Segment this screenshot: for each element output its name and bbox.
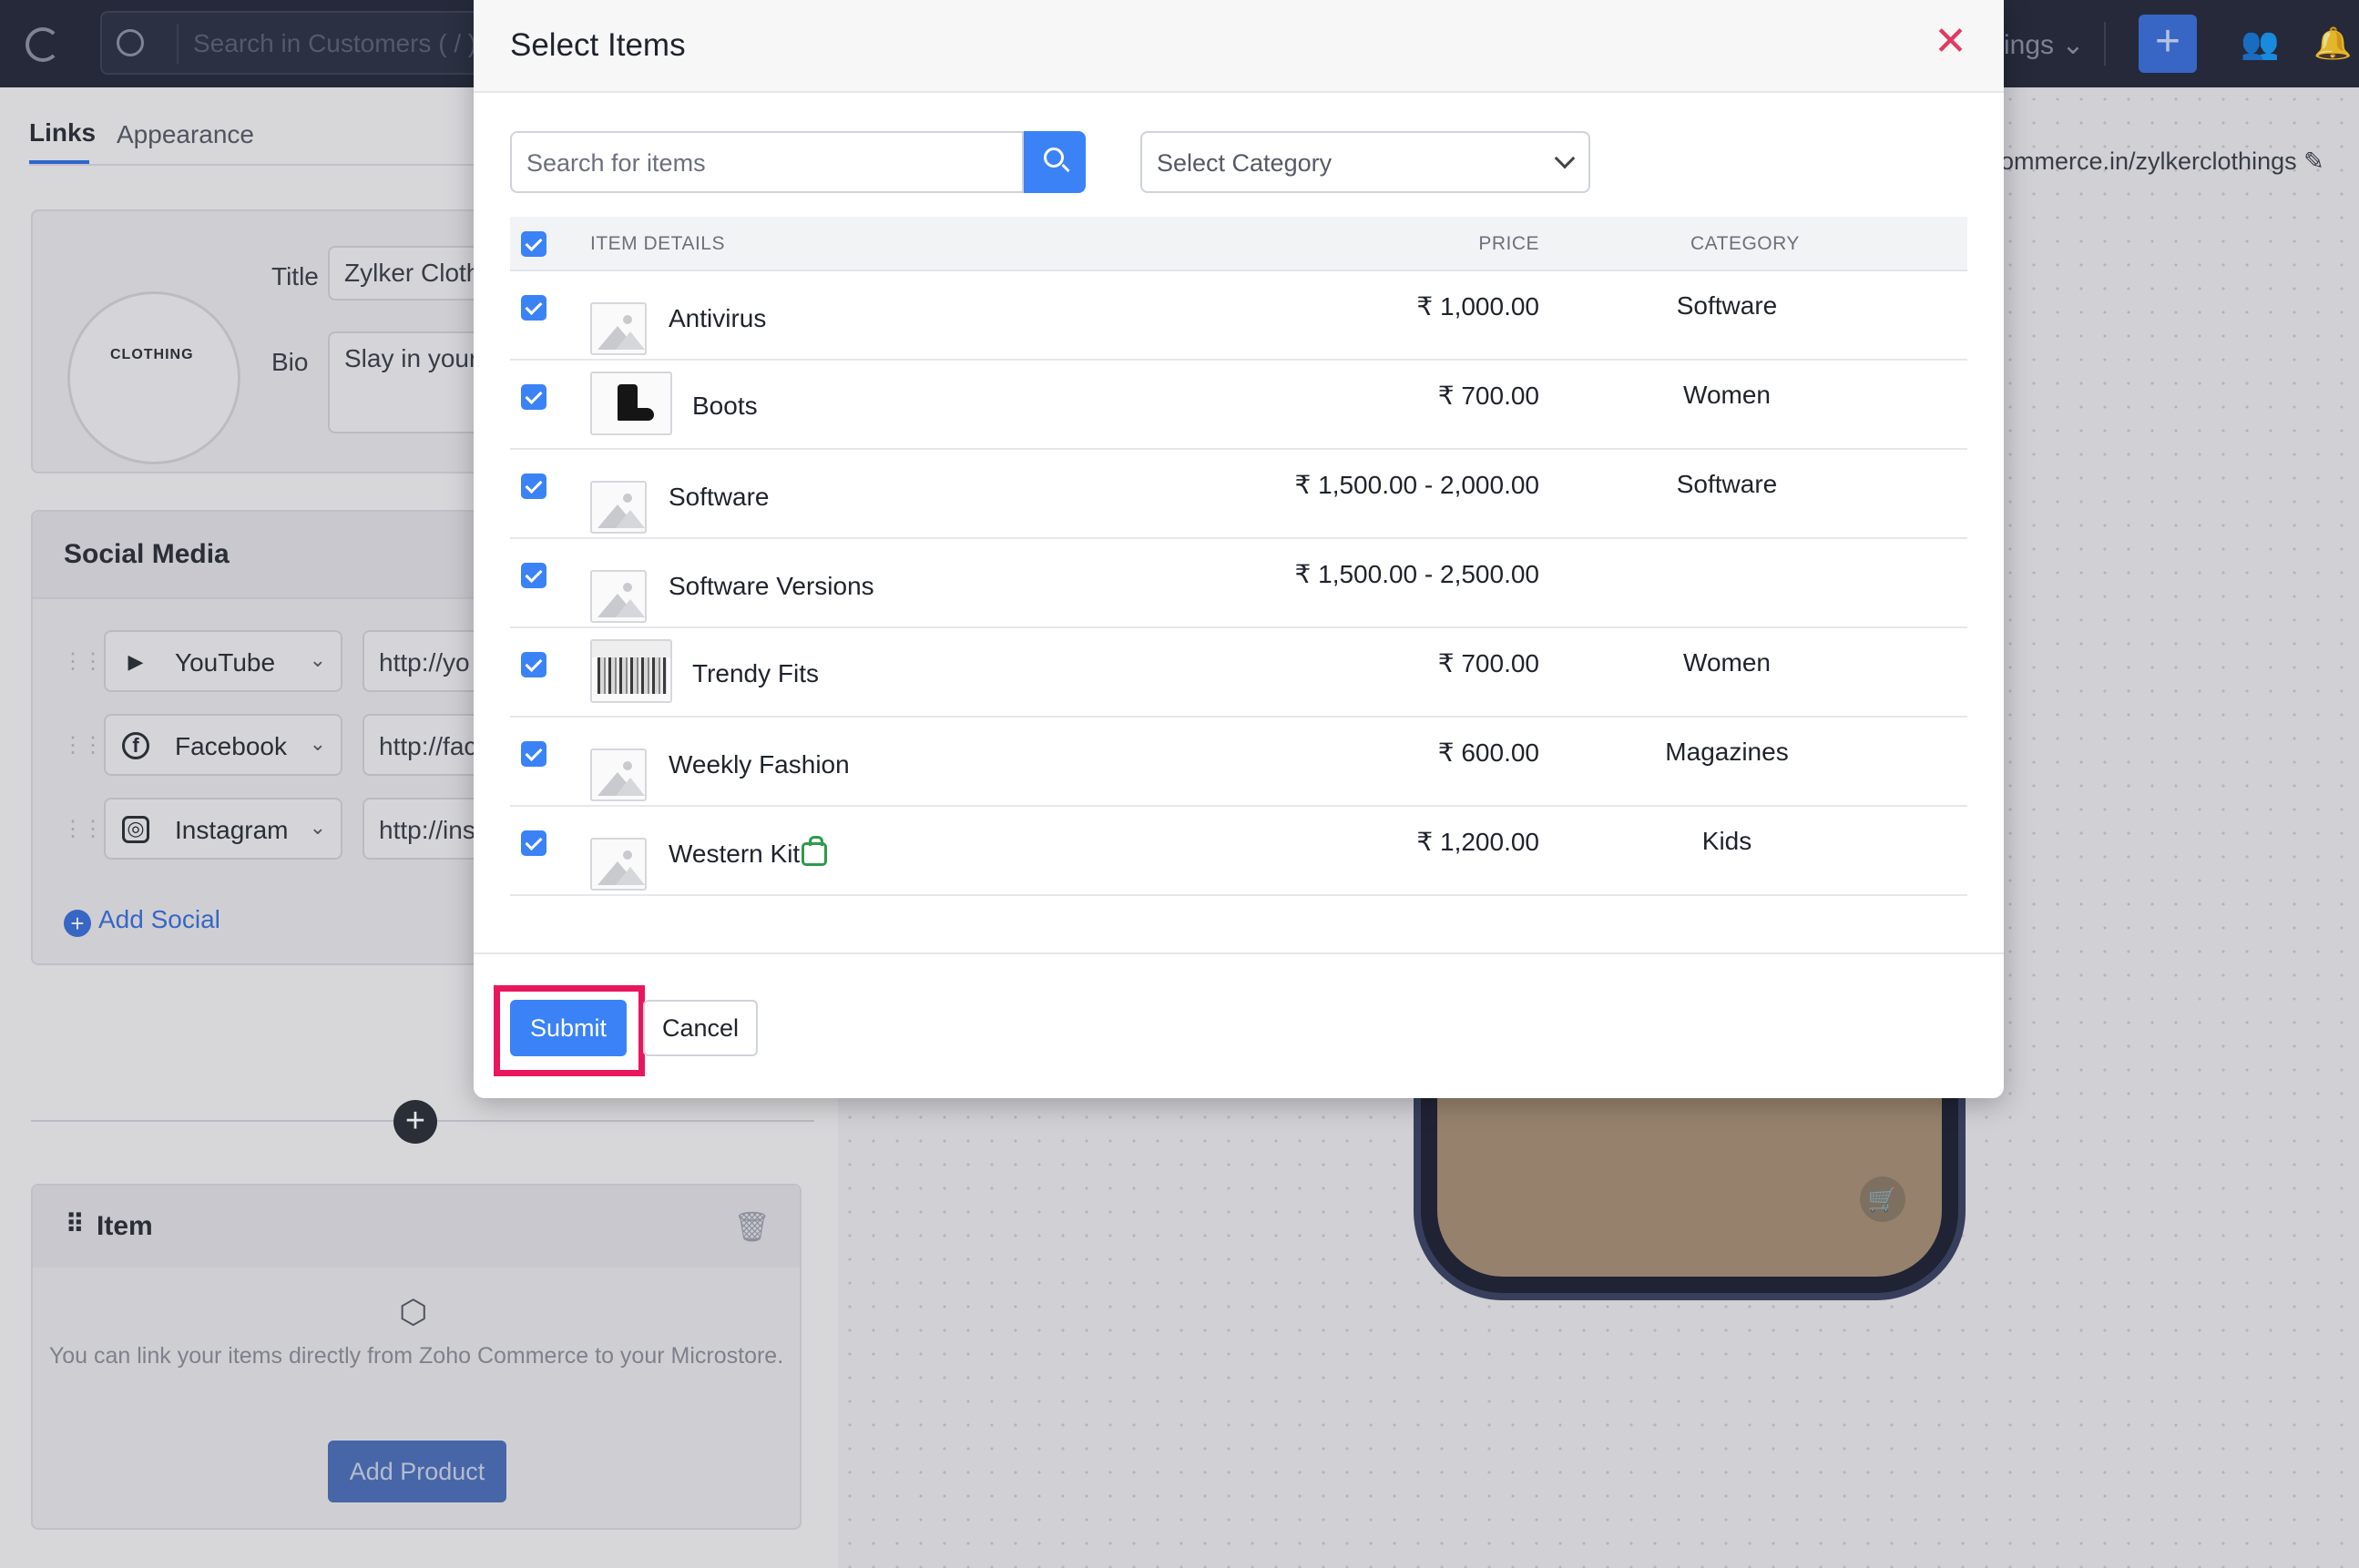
item-price: ₹ 1,000.00	[1416, 292, 1539, 321]
item-name: Boots	[692, 392, 758, 420]
image-placeholder-icon	[590, 570, 647, 623]
item-price: ₹ 1,200.00	[1416, 828, 1539, 856]
row-checkbox[interactable]	[521, 563, 546, 588]
row-checkbox[interactable]	[521, 652, 546, 677]
row-checkbox[interactable]	[521, 384, 546, 410]
cancel-button[interactable]: Cancel	[643, 1000, 758, 1056]
row-checkbox[interactable]	[521, 295, 546, 321]
category-select[interactable]: Select Category	[1140, 131, 1590, 193]
column-header-item-details: ITEM DETAILS	[590, 233, 725, 254]
select-items-modal: Select Items ✕ Search for items Select C…	[474, 0, 2004, 1098]
trendy-fits-thumbnail	[590, 639, 672, 703]
bundle-bag-icon	[802, 836, 828, 866]
search-icon	[1044, 148, 1064, 168]
item-category: Women	[1683, 648, 1771, 677]
item-name: Weekly Fashion	[669, 750, 850, 779]
item-name: Software	[669, 483, 770, 511]
row-checkbox[interactable]	[521, 741, 546, 767]
item-category: Software	[1676, 470, 1778, 498]
table-row[interactable]: Boots ₹ 700.00 Women	[510, 361, 1967, 450]
table-row[interactable]: Trendy Fits ₹ 700.00 Women	[510, 628, 1967, 718]
item-price: ₹ 700.00	[1437, 649, 1539, 677]
item-price: ₹ 1,500.00 - 2,000.00	[1294, 471, 1539, 499]
table-row[interactable]: Antivirus ₹ 1,000.00 Software	[510, 271, 1967, 361]
item-name: Software Versions	[669, 572, 874, 600]
item-category: Women	[1683, 381, 1771, 409]
modal-footer-divider	[474, 952, 2004, 954]
image-placeholder-icon	[590, 748, 647, 801]
select-all-checkbox[interactable]	[521, 231, 546, 257]
table-row[interactable]: Software ₹ 1,500.00 - 2,000.00 Software	[510, 450, 1967, 539]
column-header-category: CATEGORY	[1690, 233, 1800, 254]
image-placeholder-icon	[590, 838, 647, 891]
category-select-value: Select Category	[1157, 149, 1333, 177]
row-checkbox[interactable]	[521, 830, 546, 856]
item-price: ₹ 700.00	[1437, 382, 1539, 410]
image-placeholder-icon	[590, 302, 647, 355]
submit-button[interactable]: Submit	[510, 1000, 627, 1056]
item-search-input[interactable]: Search for items	[510, 131, 1024, 193]
close-icon[interactable]: ✕	[1934, 22, 1967, 62]
item-price: ₹ 1,500.00 - 2,500.00	[1294, 560, 1539, 588]
row-checkbox[interactable]	[521, 473, 546, 499]
image-placeholder-icon	[590, 481, 647, 534]
item-name: Antivirus	[669, 304, 767, 332]
table-row[interactable]: Software Versions ₹ 1,500.00 - 2,500.00	[510, 539, 1967, 628]
item-category: Kids	[1701, 827, 1752, 855]
item-search-button[interactable]	[1024, 131, 1086, 193]
table-row[interactable]: Western Kit ₹ 1,200.00 Kids	[510, 807, 1967, 896]
item-name: Western Kit	[669, 840, 801, 868]
item-category: Software	[1676, 291, 1778, 320]
modal-title: Select Items	[510, 27, 686, 63]
item-price: ₹ 600.00	[1437, 738, 1539, 767]
boots-thumbnail	[590, 372, 672, 435]
column-header-price: PRICE	[1478, 233, 1539, 254]
chevron-down-icon	[1554, 148, 1576, 169]
table-header: ITEM DETAILS PRICE CATEGORY	[510, 217, 1967, 271]
modal-header: Select Items ✕	[474, 0, 2004, 93]
item-name-cell: Western Kit	[669, 836, 828, 869]
search-icon-handle	[1061, 163, 1070, 173]
item-name: Trendy Fits	[692, 659, 819, 687]
table-row[interactable]: Weekly Fashion ₹ 600.00 Magazines	[510, 718, 1967, 807]
item-category: Magazines	[1665, 738, 1789, 766]
